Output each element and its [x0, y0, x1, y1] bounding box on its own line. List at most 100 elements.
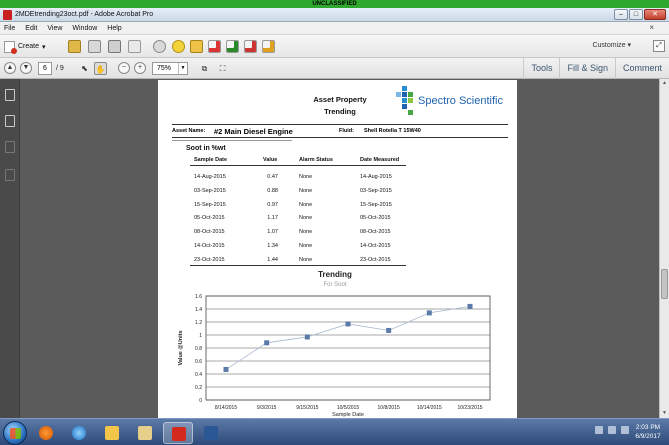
minimize-button[interactable]: –	[614, 9, 628, 20]
cell-date-measured: 14-Aug-2015	[360, 174, 392, 180]
document-sign-icon[interactable]	[262, 40, 275, 53]
x-tick-label: 9/15/2015	[296, 405, 318, 411]
y-tick-label: 0	[199, 398, 202, 404]
menu-edit[interactable]: Edit	[25, 25, 37, 32]
open-folder-icon[interactable]	[68, 40, 81, 53]
bookmarks-icon[interactable]	[5, 115, 15, 127]
expand-icon[interactable]: ⤢	[653, 40, 665, 52]
close-document-icon[interactable]: ×	[649, 23, 654, 32]
logo-text: Spectro Scientific	[418, 95, 503, 107]
customize-label: Customize	[592, 42, 626, 49]
word-icon	[204, 426, 218, 440]
fill-sign-link[interactable]: Fill & Sign	[559, 58, 615, 79]
tray-flag-icon[interactable]	[595, 426, 603, 434]
title-bar: 2MDEtrending23oct.pdf - Adobe Acrobat Pr…	[0, 8, 669, 22]
document-stamp-icon[interactable]	[208, 40, 221, 53]
taskbar-word[interactable]	[196, 422, 226, 444]
cell-value: 1.44	[267, 256, 278, 263]
col-sample-date: Sample Date	[194, 157, 228, 163]
data-point	[345, 321, 351, 327]
scroll-up-icon[interactable]: ▲	[660, 79, 669, 88]
cell-sample-date: 08-Oct-2015	[194, 229, 225, 236]
comment-bubble-icon[interactable]	[172, 40, 185, 53]
cell-value: 1.17	[267, 215, 278, 222]
zoom-select[interactable]: 75% ▼	[152, 62, 188, 75]
create-button[interactable]: Create ▾	[4, 39, 46, 54]
fit-page-icon[interactable]: ⧉	[198, 62, 211, 75]
media-player-icon	[39, 426, 53, 440]
document-secure-icon[interactable]	[244, 40, 257, 53]
menu-bar: File Edit View Window Help ×	[0, 22, 669, 35]
taskbar-files[interactable]	[130, 422, 160, 444]
cell-date-measured: 08-Oct-2015	[360, 229, 391, 236]
tools-link[interactable]: Tools	[523, 58, 559, 79]
zoom-value: 75%	[157, 65, 172, 72]
cell-sample-date: 03-Sep-2015	[194, 187, 226, 194]
signatures-icon[interactable]	[5, 169, 15, 181]
taskbar-internet-explorer[interactable]	[64, 422, 94, 444]
menu-window[interactable]: Window	[72, 25, 97, 32]
fit-width-icon[interactable]: ⛶	[216, 62, 229, 75]
cell-date-measured: 23-Oct-2015	[360, 256, 391, 263]
chevron-down-icon: ▾	[42, 43, 46, 51]
data-point	[304, 334, 310, 340]
chevron-down-icon: ▼	[178, 63, 187, 74]
cell-date-measured: 03-Sep-2015	[360, 187, 392, 194]
windows-taskbar: 2:03 PM 6/9/2017	[0, 418, 669, 445]
data-point	[426, 310, 432, 316]
main-toolbar: Create ▾ Customize ▾ ⤢	[0, 35, 669, 58]
menu-file[interactable]: File	[4, 25, 15, 32]
previous-page-icon[interactable]: ▲	[4, 62, 16, 74]
cell-value: 0.97	[267, 201, 278, 208]
report-title: Asset Property Trending	[288, 94, 392, 118]
menu-view[interactable]: View	[47, 25, 62, 32]
data-point	[386, 327, 392, 333]
email-icon[interactable]	[128, 40, 141, 53]
y-tick-label: 1.6	[195, 294, 202, 300]
tray-volume-icon[interactable]	[621, 426, 629, 434]
vertical-scrollbar[interactable]: ▲ ▼	[659, 79, 669, 418]
cell-alarm-status: None	[299, 243, 313, 249]
close-button[interactable]: ✕	[644, 9, 666, 20]
report-title-line1: Asset Property	[313, 95, 367, 104]
document-certify-icon[interactable]	[226, 40, 239, 53]
page-thumbnails-icon[interactable]	[5, 89, 15, 101]
scroll-thumb[interactable]	[661, 269, 668, 299]
folder-icon	[105, 426, 119, 440]
chart-title: Trending	[318, 270, 352, 279]
select-cursor-icon[interactable]: ⬉	[78, 62, 91, 75]
classification-banner: UNCLASSIFIED	[0, 0, 669, 8]
start-button[interactable]	[3, 421, 27, 445]
highlight-icon[interactable]	[190, 40, 203, 53]
menu-help[interactable]: Help	[107, 25, 121, 32]
data-point	[223, 366, 229, 372]
col-alarm-status: Alarm Status	[299, 157, 333, 163]
y-tick-label: 1.4	[195, 307, 202, 313]
customize-menu[interactable]: Customize ▾	[592, 41, 631, 49]
x-tick-label: 10/5/2015	[337, 405, 359, 411]
taskbar-acrobat[interactable]	[163, 422, 193, 444]
cell-value: 0.88	[267, 187, 278, 194]
page-number-input[interactable]: 6	[38, 62, 52, 75]
comment-link[interactable]: Comment	[614, 58, 669, 79]
save-icon[interactable]	[88, 40, 101, 53]
taskbar-media-player[interactable]	[31, 422, 61, 444]
hand-tool-icon[interactable]: ✋	[94, 62, 107, 75]
clock-date: 6/9/2017	[635, 433, 661, 440]
attachments-icon[interactable]	[5, 141, 15, 153]
scroll-down-icon[interactable]: ▼	[660, 409, 669, 418]
next-page-icon[interactable]: ▼	[20, 62, 32, 74]
taskbar-folder[interactable]	[97, 422, 127, 444]
cell-date-measured: 14-Oct-2015	[360, 243, 391, 249]
col-date-measured: Date Measured	[360, 157, 400, 163]
asset-name-label: Asset Name:	[172, 128, 206, 134]
tray-network-icon[interactable]	[608, 426, 616, 434]
print-icon[interactable]	[108, 40, 121, 53]
zoom-in-icon[interactable]: +	[134, 62, 146, 74]
maximize-button[interactable]: □	[629, 9, 643, 20]
create-pdf-icon	[4, 40, 17, 54]
zoom-out-icon[interactable]: −	[118, 62, 130, 74]
settings-gear-icon[interactable]	[153, 40, 166, 53]
clock[interactable]: 2:03 PM 6/9/2017	[631, 423, 665, 441]
logo-mark-icon	[396, 86, 413, 115]
